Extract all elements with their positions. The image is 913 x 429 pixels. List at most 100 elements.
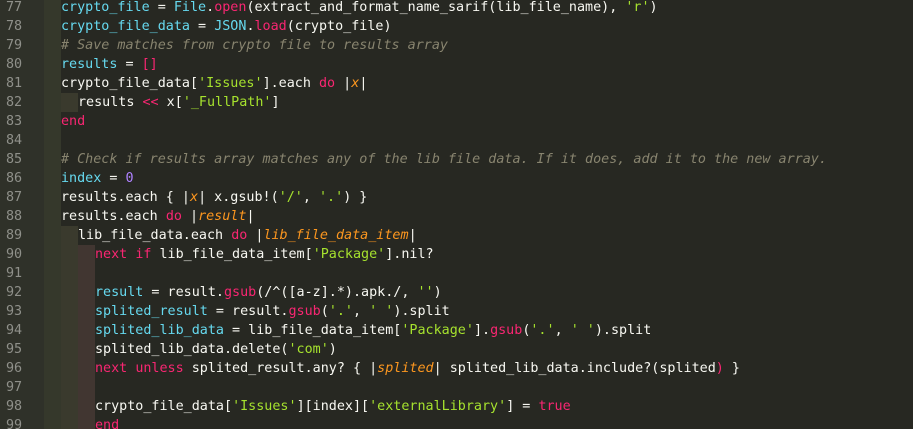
indent-guide [78, 416, 95, 429]
indent-guide [61, 397, 78, 416]
token-var: splited_result [95, 304, 208, 319]
code-text: crypto_file_data['Issues'].each do |x| [61, 74, 367, 93]
line-number: 82 [6, 95, 23, 110]
code-line[interactable]: crypto_file_data = JSON.load(crypto_file… [44, 17, 913, 36]
token-str: '.' [530, 323, 555, 338]
code-text: end [61, 112, 85, 131]
indent-guide [44, 74, 61, 93]
token-key: do [165, 209, 182, 224]
line-number: 97 [6, 380, 23, 395]
indent-guide [61, 359, 78, 378]
token-plain: | [359, 76, 368, 91]
token-str: '' [417, 285, 434, 300]
token-com: # Check if results array matches any of … [61, 152, 827, 167]
code-line[interactable]: # Save matches from crypto file to resul… [44, 36, 913, 55]
code-line[interactable]: lib_file_data.each do |lib_file_data_ite… [44, 226, 913, 245]
indent-guide [44, 0, 61, 17]
code-text: result = result.gsub(/^([a-z].*).apk./, … [95, 283, 442, 302]
token-plain: | [247, 228, 264, 243]
line-number: 93 [6, 304, 23, 319]
token-var: result [95, 285, 144, 300]
code-text: results.each { |x| x.gsub!('/', '.') } [61, 188, 367, 207]
token-var: index [61, 171, 102, 186]
indent-guide [44, 17, 61, 36]
line-number: 87 [6, 190, 23, 205]
token-str: 'Issues' [232, 399, 297, 414]
line-number: 77 [6, 0, 23, 15]
token-key: gsub [288, 304, 321, 319]
indent-guide [44, 416, 61, 429]
token-key: unless [135, 361, 184, 376]
code-line[interactable]: results.each { |x| x.gsub!('/', '.') } [44, 188, 913, 207]
indent-guide [44, 321, 61, 340]
token-plain: | [335, 76, 352, 91]
line-number: 84 [6, 133, 23, 148]
token-plain: splited_result.any? { | [183, 361, 378, 376]
token-str: ' ' [570, 323, 595, 338]
token-key: gsub [490, 323, 523, 338]
code-line[interactable]: splited_lib_data.delete('com') [44, 340, 913, 359]
code-line[interactable]: crypto_file = File.open(extract_and_form… [44, 0, 913, 17]
line-number: 88 [6, 209, 23, 224]
code-text: next if lib_file_data_item['Package'].ni… [95, 245, 434, 264]
token-str: 'Package' [401, 323, 474, 338]
token-str: '/' [278, 190, 303, 205]
code-line[interactable]: splited_result = result.gsub('.', ' ').s… [44, 302, 913, 321]
token-key: do [231, 228, 248, 243]
code-text: results = [] [61, 55, 158, 74]
token-key: open [214, 0, 247, 15]
token-plain: splited_lib_data.delete( [95, 342, 289, 357]
code-line[interactable] [44, 264, 913, 283]
token-arg: splited [377, 361, 434, 376]
token-key: ) [715, 361, 724, 376]
code-area[interactable]: crypto_file = File.open(extract_and_form… [44, 0, 913, 429]
token-plain: = [190, 19, 215, 34]
token-plain: results [78, 95, 143, 110]
code-line[interactable]: results = [] [44, 55, 913, 74]
token-plain: ).split [594, 323, 652, 338]
indent-guide [61, 378, 78, 397]
code-text: splited_lib_data.delete('com') [95, 340, 337, 359]
token-str: 'com' [288, 342, 329, 357]
indent-guide [44, 169, 61, 188]
code-text: end [95, 416, 119, 429]
indent-guide [61, 226, 78, 245]
code-line[interactable]: # Check if results array matches any of … [44, 150, 913, 169]
code-line[interactable] [44, 131, 913, 150]
token-plain: ] = [506, 399, 539, 414]
token-var: crypto_file_data [61, 19, 190, 34]
token-str: '_FullPath' [182, 95, 272, 110]
token-plain: = [101, 171, 126, 186]
line-number: 98 [6, 399, 23, 414]
code-line[interactable]: results << x['_FullPath'] [44, 93, 913, 112]
token-plain: = [149, 0, 174, 15]
code-editor[interactable]: 77 78 79 80 81 82 83 84 85 86 87 88 89 90 91 92 93 94 95 96… [0, 0, 913, 429]
token-str: 'externalLibrary' [369, 399, 507, 414]
code-line[interactable]: crypto_file_data['Issues'][index]['exter… [44, 397, 913, 416]
line-number: 92 [6, 285, 23, 300]
code-line[interactable]: end [44, 112, 913, 131]
code-text: results.each do |result| [61, 207, 255, 226]
token-key: end [95, 418, 120, 429]
code-line[interactable]: splited_lib_data = lib_file_data_item['P… [44, 321, 913, 340]
indent-guide [61, 340, 78, 359]
code-line[interactable]: results.each do |result| [44, 207, 913, 226]
line-number: 91 [6, 266, 23, 281]
indent-guide [61, 245, 78, 264]
token-plain: x[ [158, 95, 183, 110]
indent-guide [44, 112, 61, 131]
token-plain: (extract_and_format_name_sarif(lib_file_… [246, 0, 626, 15]
code-line[interactable]: result = result.gsub(/^([a-z].*).apk./, … [44, 283, 913, 302]
indent-guide [78, 264, 95, 283]
code-line[interactable]: end [44, 416, 913, 429]
code-line[interactable]: index = 0 [44, 169, 913, 188]
token-plain: crypto_file_data[ [61, 76, 199, 91]
token-plain: , [353, 304, 370, 319]
line-number: 80 [6, 57, 23, 72]
code-line[interactable]: next if lib_file_data_item['Package'].ni… [44, 245, 913, 264]
code-text: # Check if results array matches any of … [61, 150, 827, 169]
token-str: '.' [328, 304, 353, 319]
code-line[interactable] [44, 378, 913, 397]
code-line[interactable]: crypto_file_data['Issues'].each do |x| [44, 74, 913, 93]
code-line[interactable]: next unless splited_result.any? { |split… [44, 359, 913, 378]
